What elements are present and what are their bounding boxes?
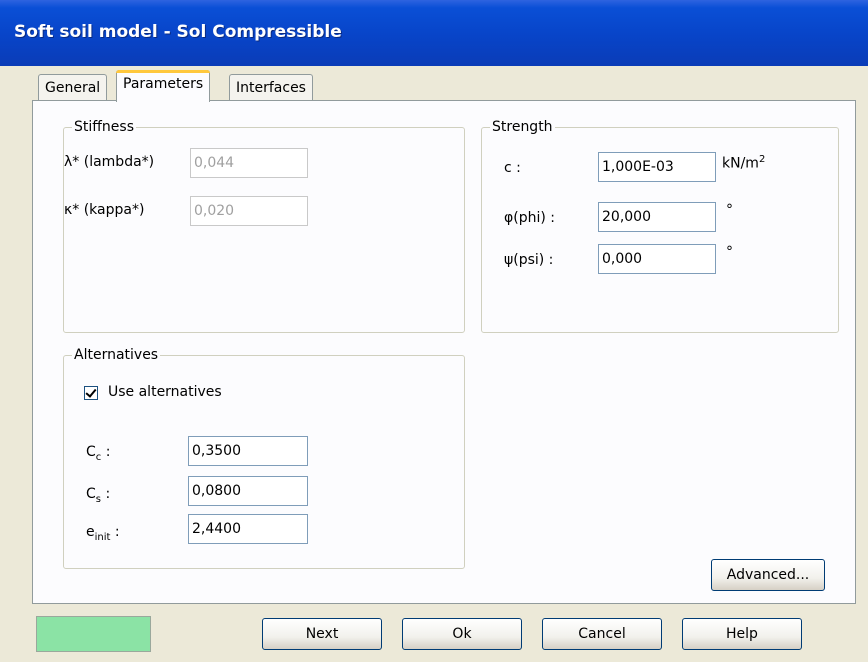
cs-label: Cs : — [86, 486, 110, 505]
dialog-body: General Parameters Interfaces Stiffness … — [4, 66, 864, 662]
alternatives-legend: Alternatives — [72, 347, 161, 363]
cancel-button[interactable]: Cancel — [542, 618, 662, 650]
help-button[interactable]: Help — [682, 618, 802, 650]
tab-interfaces[interactable]: Interfaces — [229, 74, 313, 102]
c-unit: kN/m2 — [722, 154, 765, 172]
strength-legend: Strength — [490, 119, 555, 135]
cc-label: Cc : — [86, 444, 110, 463]
stiffness-legend: Stiffness — [72, 119, 136, 135]
lambda-field — [190, 148, 308, 178]
use-alternatives-checkbox[interactable] — [84, 386, 98, 400]
e-init-label: einit : — [86, 524, 120, 543]
kappa-field — [190, 196, 308, 226]
cs-label-suffix: : — [101, 486, 111, 502]
c-unit-base: kN/m — [722, 155, 759, 172]
cc-field[interactable] — [188, 436, 308, 466]
next-button[interactable]: Next — [262, 618, 382, 650]
ok-button[interactable]: Ok — [402, 618, 522, 650]
tab-parameters[interactable]: Parameters — [116, 70, 211, 102]
alternatives-group: Alternatives Use alternatives Cc : Cs : … — [63, 347, 465, 569]
e-init-label-sub: init — [94, 531, 111, 543]
e-init-label-base: e — [86, 524, 95, 540]
c-field[interactable] — [598, 152, 716, 182]
e-init-label-suffix: : — [110, 524, 120, 540]
kappa-label: κ* (kappa*) — [64, 202, 145, 218]
strength-group: Strength c : kN/m2 φ(phi) : ° ψ(psi) : ° — [481, 119, 839, 333]
stiffness-group: Stiffness λ* (lambda*) κ* (kappa*) — [63, 119, 465, 333]
psi-unit: ° — [726, 244, 733, 260]
parameters-panel: Stiffness λ* (lambda*) κ* (kappa*) Stren… — [32, 100, 856, 604]
c-label: c : — [504, 160, 521, 176]
cc-label-base: C — [86, 444, 96, 460]
advanced-button[interactable]: Advanced... — [711, 559, 825, 591]
use-alternatives-label[interactable]: Use alternatives — [108, 384, 222, 400]
window-title: Soft soil model - Sol Compressible — [14, 22, 342, 42]
status-indicator — [36, 616, 151, 652]
cc-label-suffix: : — [101, 444, 111, 460]
phi-field[interactable] — [598, 202, 716, 232]
c-unit-exponent: 2 — [758, 154, 766, 165]
psi-label: ψ(psi) : — [504, 252, 554, 268]
title-bar: Soft soil model - Sol Compressible — [0, 0, 868, 66]
psi-field[interactable] — [598, 244, 716, 274]
e-init-field[interactable] — [188, 514, 308, 544]
phi-label: φ(phi) : — [504, 210, 555, 226]
lambda-label: λ* (lambda*) — [64, 154, 155, 170]
cs-label-base: C — [86, 486, 96, 502]
phi-unit: ° — [726, 202, 733, 218]
tab-general[interactable]: General — [38, 74, 108, 102]
cs-field[interactable] — [188, 476, 308, 506]
